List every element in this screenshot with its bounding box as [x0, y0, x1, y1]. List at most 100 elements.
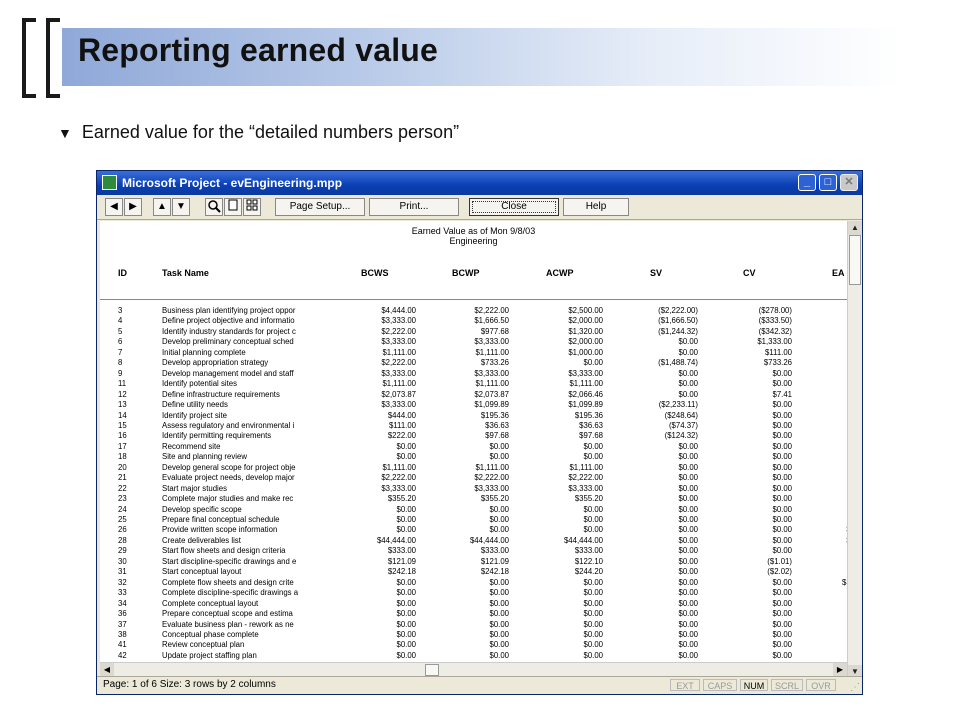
report-subtitle: Engineering: [449, 236, 498, 246]
cell-task-name: Start discipline-specific drawings and e: [162, 556, 297, 566]
cell-bcws: $1,111.00: [382, 379, 416, 389]
maximize-button[interactable]: □: [819, 174, 837, 191]
table-row: 11 Identify potential sites $1,111.00 $1,11…: [100, 379, 847, 390]
window-titlebar[interactable]: Microsoft Project - evEngineering.mpp _ …: [97, 171, 862, 195]
cell-task-name: Assess regulatory and environmental i: [162, 420, 295, 430]
cell-sv: $0.00: [678, 525, 698, 535]
cell-task-name: Identify industry standards for project …: [162, 326, 296, 336]
cell-bcws: $355.20: [387, 494, 416, 504]
page-up-button[interactable]: ▲: [153, 198, 171, 216]
minimize-button[interactable]: _: [798, 174, 816, 191]
table-row: 31 Start conceptual layout $242.18 $242.18 $…: [100, 567, 847, 578]
cell-sv: $0.00: [678, 504, 698, 514]
cell-cv: ($2.02): [767, 567, 792, 577]
print-button[interactable]: Print...: [369, 198, 459, 216]
cell-task-name: Complete major studies and make rec: [162, 494, 294, 504]
cell-ea: $: [805, 452, 847, 461]
horizontal-scrollbar[interactable]: ◀ ▶: [100, 662, 847, 677]
cell-task-name: Develop preliminary conceptual sched: [162, 337, 294, 347]
cell-bcwp: $0.00: [489, 525, 509, 535]
cell-bcwp: $2,073.87: [474, 389, 509, 399]
cell-task-name: Recommend site: [162, 441, 221, 451]
table-row: 34 Complete conceptual layout $0.00 $0.00 $0…: [100, 599, 847, 610]
cell-acwp: $0.00: [583, 515, 603, 524]
table-row: 33 Complete discipline-specific drawings …: [100, 588, 847, 599]
cell-bcws: $0.00: [396, 515, 416, 524]
cell-acwp: $44,444.00: [563, 535, 603, 545]
multiple-pages-icon[interactable]: [243, 198, 261, 216]
cell-sv: $0.00: [678, 347, 698, 357]
scroll-left-arrow-icon[interactable]: ◀: [100, 663, 114, 677]
scroll-right-arrow-icon[interactable]: ▶: [833, 663, 847, 677]
cell-bcws: $0.00: [396, 588, 416, 598]
page-down-button[interactable]: ▼: [172, 198, 190, 216]
cell-acwp: $0.00: [583, 525, 603, 535]
table-row: 24 Develop specific scope $0.00 $0.00 $0.00 $…: [100, 505, 847, 516]
cell-bcws: $0.00: [396, 640, 416, 650]
cell-cv: $0.00: [772, 452, 792, 462]
cell-id: 33: [118, 588, 127, 598]
cell-cv: $0.00: [772, 650, 792, 660]
cell-bcws: $0.00: [396, 650, 416, 660]
page-setup-button[interactable]: Page Setup...: [275, 198, 365, 216]
help-button[interactable]: Help: [563, 198, 629, 216]
cell-ea: $: [805, 379, 847, 388]
cell-sv: ($2,233.11): [658, 400, 698, 410]
cell-task-name: Start major studies: [162, 483, 227, 493]
cell-bcwp: $3,333.00: [474, 368, 509, 378]
close-preview-button[interactable]: Close: [469, 198, 559, 216]
cell-task-name: Start conceptual layout: [162, 567, 242, 577]
cell-sv: $0.00: [678, 483, 698, 493]
cell-acwp: $1,000.00: [568, 347, 603, 357]
cell-sv: $0.00: [678, 389, 698, 399]
close-window-button[interactable]: ✕: [840, 174, 858, 191]
previous-page-button[interactable]: ◀: [105, 198, 123, 216]
bullet-point: ▼ Earned value for the “detailed numbers …: [58, 122, 459, 143]
cell-task-name: Evaluate business plan - rework as ne: [162, 619, 294, 629]
cell-cv: $0.00: [772, 588, 792, 598]
resize-grip-icon[interactable]: ⋰: [850, 682, 860, 693]
cell-acwp: $0.00: [583, 609, 603, 619]
horizontal-scroll-thumb[interactable]: [425, 664, 439, 676]
next-page-button[interactable]: ▶: [124, 198, 142, 216]
cell-bcws: $0.00: [396, 504, 416, 514]
cell-bcws: $3,333.00: [381, 483, 416, 493]
cell-task-name: Provide written scope information: [162, 525, 278, 535]
bullet-text: Earned value for the “detailed numbers p…: [81, 122, 460, 142]
cell-task-name: Define utility needs: [162, 400, 228, 410]
scroll-up-arrow-icon[interactable]: ▲: [848, 221, 862, 235]
column-header-task-name: Task Name: [162, 268, 209, 278]
cell-bcws: $2,222.00: [381, 358, 416, 368]
cell-cv: $1,333.00: [757, 337, 792, 347]
cell-acwp: $122.10: [574, 556, 603, 566]
table-row: 26 Provide written scope information $0.00…: [100, 525, 847, 536]
cell-acwp: $0.00: [583, 588, 603, 598]
cell-cv: $0.00: [772, 462, 792, 472]
cell-bcws: $333.00: [387, 546, 416, 556]
cell-task-name: Site and planning review: [162, 452, 247, 462]
window-title: Microsoft Project - evEngineering.mpp: [122, 176, 343, 190]
cell-ea: $: [805, 348, 847, 357]
cell-sv: $0.00: [678, 609, 698, 619]
cell-id: 22: [118, 483, 127, 493]
cell-bcws: $242.18: [387, 567, 416, 577]
cell-cv: $0.00: [772, 598, 792, 608]
cell-cv: $0.00: [772, 515, 792, 524]
cell-cv: $0.00: [772, 619, 792, 629]
cell-bcws: $0.00: [396, 525, 416, 535]
preview-toolbar: ◀ ▶ ▲ ▼ Page Setup... Print... Close Hel…: [97, 195, 862, 220]
cell-cv: $0.00: [772, 431, 792, 441]
zoom-icon[interactable]: [205, 198, 223, 216]
table-row: 20 Develop general scope for project obje…: [100, 463, 847, 474]
table-row: 30 Start discipline-specific drawings and…: [100, 557, 847, 568]
cell-sv: $0.00: [678, 473, 698, 483]
vertical-scroll-thumb[interactable]: [849, 235, 861, 285]
triangle-bullet-icon: ▼: [58, 125, 72, 141]
cell-acwp: $1,099.89: [568, 400, 603, 410]
cell-task-name: Conceptual phase complete: [162, 629, 259, 639]
column-header-acwp: ACWP: [546, 268, 574, 278]
one-page-icon[interactable]: [224, 198, 242, 216]
vertical-scrollbar[interactable]: ▲ ▼: [847, 221, 862, 679]
cell-id: 6: [118, 337, 123, 347]
cell-acwp: $0.00: [583, 640, 603, 650]
